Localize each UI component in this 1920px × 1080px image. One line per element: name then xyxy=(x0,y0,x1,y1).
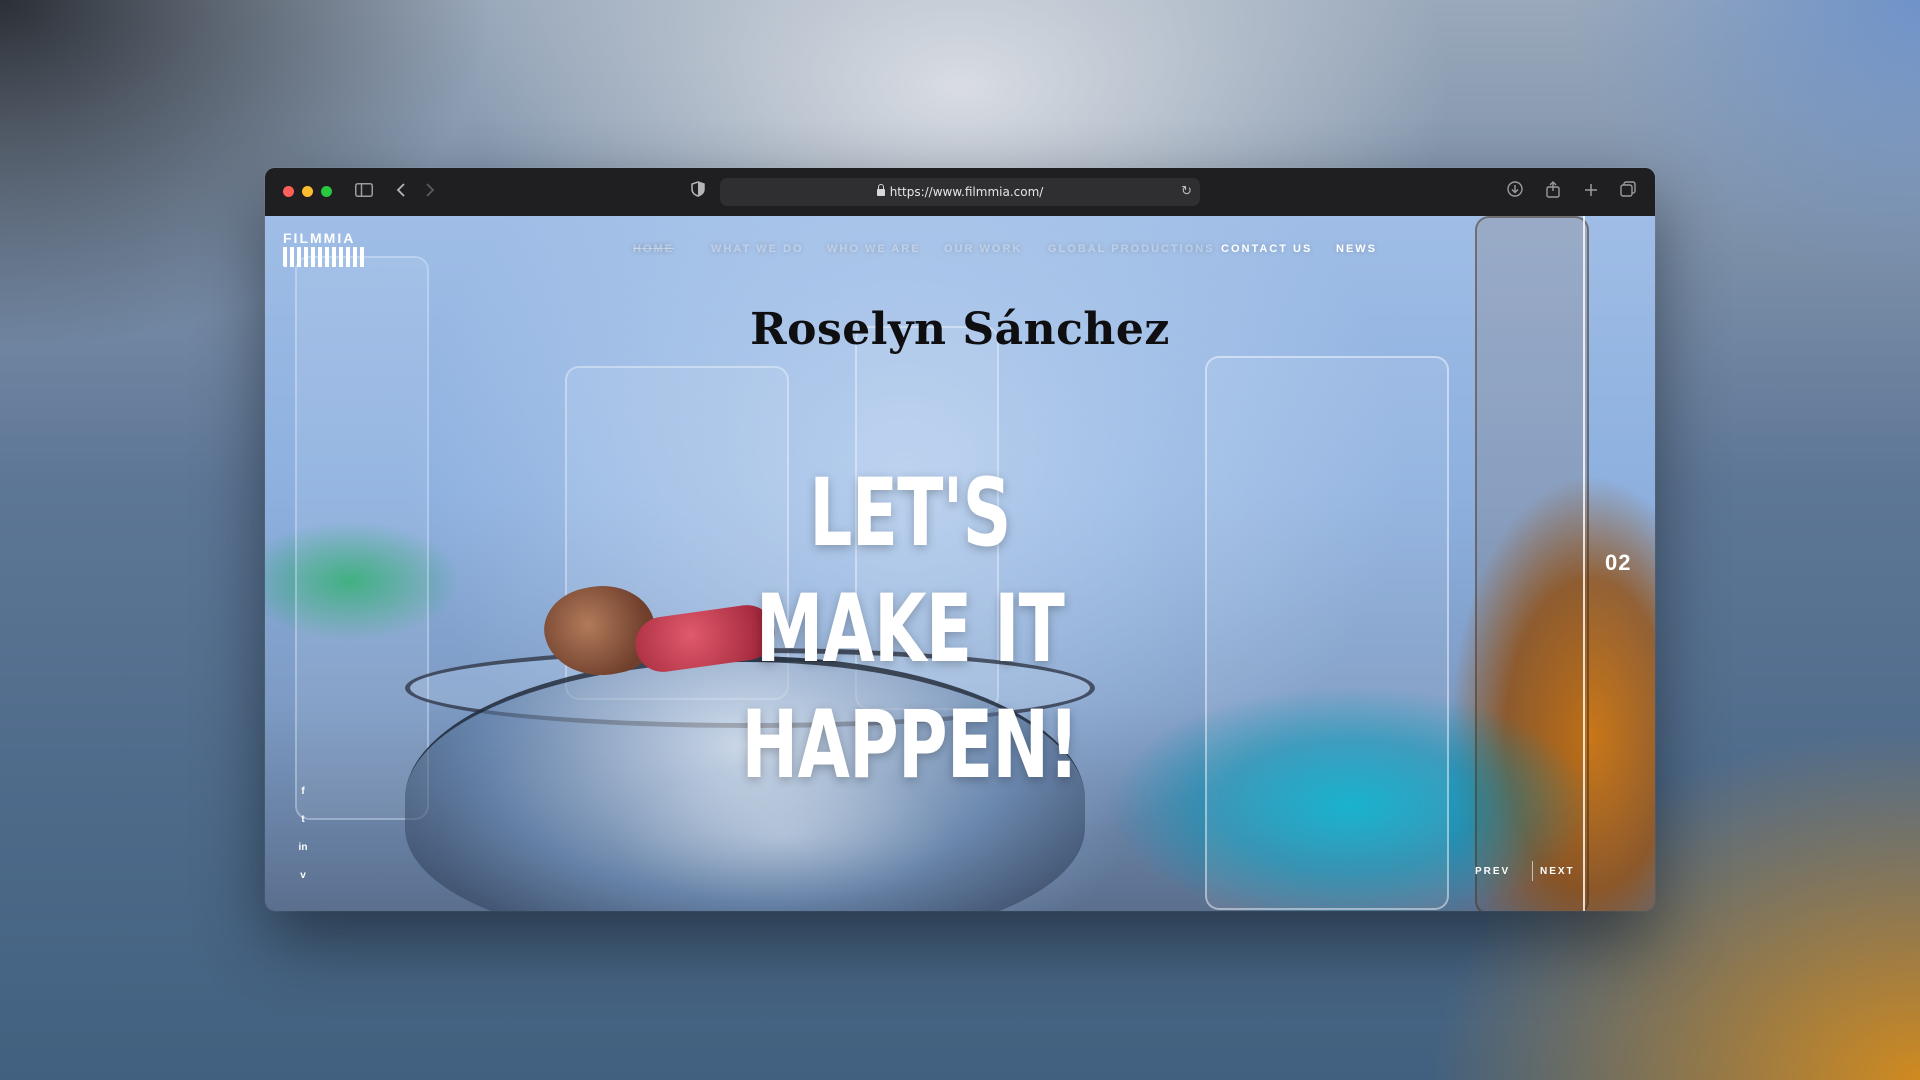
vimeo-icon[interactable]: v xyxy=(293,870,313,881)
browser-toolbar: https://www.filmmia.com/ ↻ xyxy=(265,168,1655,217)
zoom-window-button[interactable] xyxy=(321,186,332,197)
shield-icon[interactable] xyxy=(689,181,707,203)
slide-number: 02 xyxy=(1605,550,1632,575)
main-nav: HOME WHAT WE DO WHO WE ARE OUR WORK GLOB… xyxy=(265,243,1655,259)
download-icon[interactable] xyxy=(1505,181,1525,203)
close-window-button[interactable] xyxy=(283,186,294,197)
nav-item-who-we-are[interactable]: WHO WE ARE xyxy=(827,243,921,255)
nav-item-contact-us[interactable]: CONTACT US xyxy=(1221,243,1312,255)
next-button[interactable]: NEXT xyxy=(1540,866,1575,877)
browser-window: https://www.filmmia.com/ ↻ FILMMIA HOME … xyxy=(265,168,1655,911)
page-viewport: FILMMIA HOME WHAT WE DO WHO WE ARE OUR W… xyxy=(265,216,1655,911)
headline-line-1: LET'S MAKE IT xyxy=(755,459,1065,684)
nav-item-home[interactable]: HOME xyxy=(633,243,674,255)
new-tab-icon[interactable] xyxy=(1581,181,1601,203)
nav-item-our-work[interactable]: OUR WORK xyxy=(944,243,1022,255)
headline-line-2: HAPPEN! xyxy=(741,691,1080,800)
url-text: https://www.filmmia.com/ xyxy=(889,185,1044,199)
address-bar[interactable]: https://www.filmmia.com/ ↻ xyxy=(720,178,1200,206)
sidebar-icon[interactable] xyxy=(353,181,375,203)
facebook-icon[interactable]: f xyxy=(293,786,313,797)
minimize-window-button[interactable] xyxy=(302,186,313,197)
linkedin-icon[interactable]: in xyxy=(293,842,313,853)
share-icon[interactable] xyxy=(1543,181,1563,203)
prev-button[interactable]: PREV xyxy=(1475,866,1510,877)
hero-headline: LET'S MAKE IT HAPPEN! xyxy=(694,456,1126,804)
lock-icon xyxy=(876,184,885,196)
tabs-overview-icon[interactable] xyxy=(1618,181,1638,203)
twitter-icon[interactable]: t xyxy=(293,814,313,825)
nav-item-global-productions[interactable]: GLOBAL PRODUCTIONS xyxy=(1048,243,1215,255)
nav-item-what-we-do[interactable]: WHAT WE DO xyxy=(711,243,804,255)
client-signature: Roselyn Sánchez xyxy=(750,304,1170,355)
reload-icon[interactable]: ↻ xyxy=(1181,178,1192,206)
nav-item-news[interactable]: NEWS xyxy=(1336,243,1377,255)
forward-icon[interactable] xyxy=(422,181,438,203)
back-icon[interactable] xyxy=(393,181,409,203)
decanter-shape xyxy=(1205,356,1449,910)
prev-next-divider xyxy=(1532,861,1533,881)
